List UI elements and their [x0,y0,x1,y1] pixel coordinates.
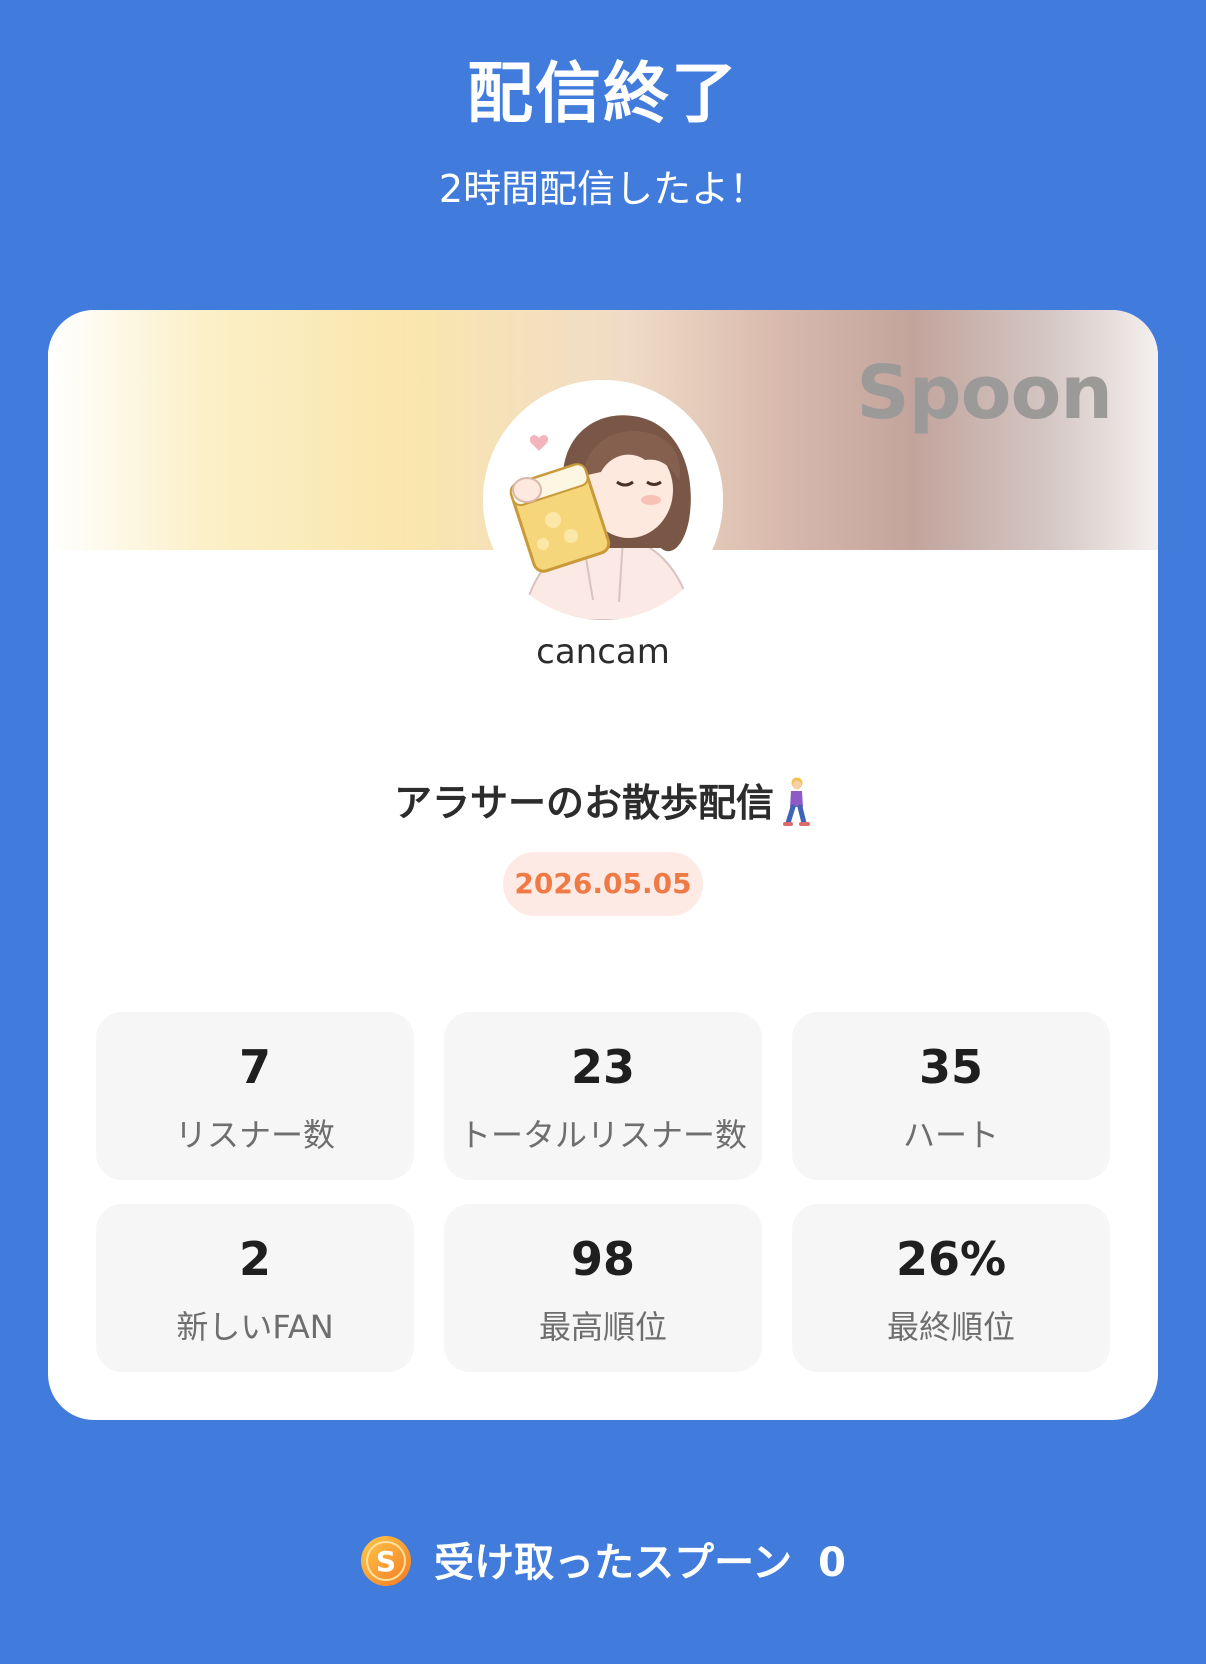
avatar-girl-drinking-beer-icon [483,380,723,620]
stat-value: 7 [238,1040,271,1094]
stat-final-rank: 26% 最終順位 [792,1204,1110,1372]
stat-highest-rank: 98 最高順位 [444,1204,762,1372]
stat-value: 35 [918,1040,983,1094]
broadcast-duration-text: 2時間配信したよ！ [438,167,768,211]
avatar[interactable] [483,380,723,620]
stat-value: 26% [895,1232,1007,1286]
broadcast-summary-card: Spoon cancam アラサーのお散歩配信 2026.05.05 7 リスナ… [48,310,1158,1420]
stat-value: 2 [238,1232,271,1286]
received-spoons-row: S 受け取ったスプーン 0 [0,1530,1206,1588]
spoon-logo: Spoon [856,350,1113,436]
received-spoons-count: 0 [818,1540,846,1586]
spoon-coin-icon: S [361,1536,412,1586]
username: cancam [536,632,670,672]
received-spoons-label: 受け取ったスプーン [434,1540,793,1586]
date-badge: 2026.05.05 [503,852,703,916]
stat-hearts: 35 ハート [792,1012,1110,1180]
stat-label: リスナー数 [174,1116,335,1154]
stat-label: 新しいFAN [176,1308,334,1346]
stat-label: 最高順位 [538,1308,667,1346]
stat-total-listeners: 23 トータルリスナー数 [444,1012,762,1180]
stat-listeners: 7 リスナー数 [96,1012,414,1180]
stat-label: ハート [902,1116,999,1154]
broadcast-title: アラサーのお散歩配信 [393,781,774,825]
stat-new-fans: 2 新しいFAN [96,1204,414,1372]
broadcast-title-row: アラサーのお散歩配信 [48,772,1158,827]
stat-label: 最終順位 [886,1308,1015,1346]
svg-text:S: S [376,1545,396,1578]
page-title: 配信終了 [467,55,739,132]
stat-value: 23 [570,1040,635,1094]
woman-walking-icon [783,777,810,826]
stat-label: トータルリスナー数 [458,1116,747,1154]
stat-value: 98 [570,1232,635,1286]
